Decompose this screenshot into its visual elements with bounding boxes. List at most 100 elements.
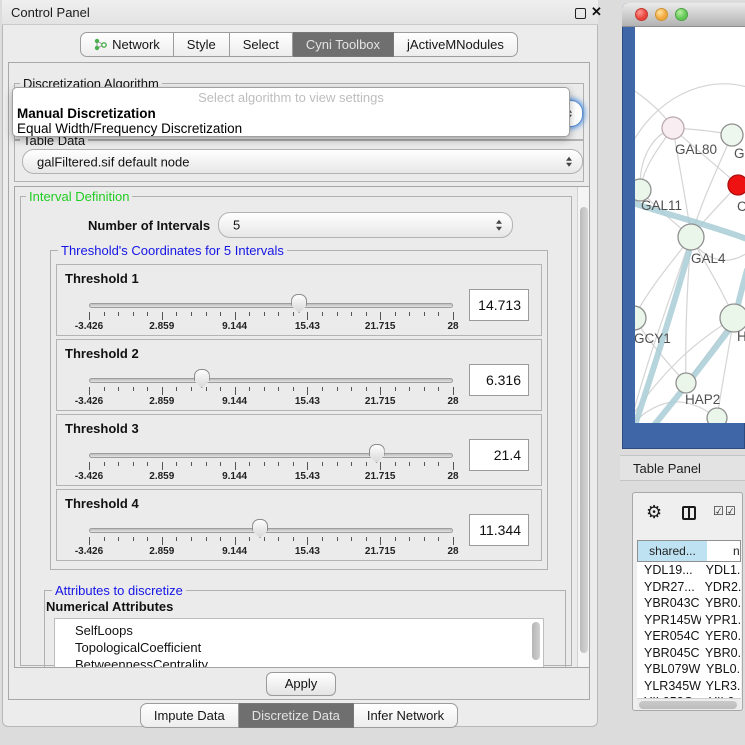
scrollbar-thumb[interactable] (639, 701, 737, 709)
table-rows[interactable]: YDL19...YDL1...YDR27...YDR2...YBR043CYBR… (637, 562, 741, 699)
tick-mark (220, 462, 221, 466)
tick-mark (278, 312, 279, 316)
column-header-name[interactable]: n... (707, 540, 741, 562)
zoom-traffic-light-icon[interactable] (675, 8, 688, 21)
cell-shared-name: YBR043C (637, 595, 701, 612)
float-window-icon[interactable] (575, 8, 586, 19)
network-node-HAP2[interactable] (676, 373, 696, 393)
slider-track[interactable] (89, 528, 453, 533)
slider-track[interactable] (89, 303, 453, 308)
tab-cyni-toolbox[interactable]: Cyni Toolbox (293, 32, 394, 57)
tick-mark (176, 387, 177, 391)
cell-name: YBR0... (701, 595, 741, 612)
threshold-value-field[interactable]: 11.344 (469, 514, 529, 546)
threshold-label: Threshold 2 (65, 346, 139, 361)
dropdown-option-equal-width[interactable]: Equal Width/Frequency Discretization (17, 121, 242, 136)
column-header-shared[interactable]: shared... (637, 540, 708, 562)
table-row[interactable]: YPR145WYPR1... (637, 612, 741, 629)
threshold-label: Threshold 1 (65, 271, 139, 286)
tick-mark (278, 462, 279, 466)
tick-mark (453, 387, 454, 395)
table-row[interactable]: YBR045CYBR0... (637, 645, 741, 662)
threshold-value-field[interactable]: 6.316 (469, 364, 529, 396)
tick-label: 15.43 (277, 321, 337, 332)
tick-mark (206, 462, 207, 466)
dropdown-option-manual[interactable]: Manual Discretization (17, 106, 156, 121)
network-node-GAL4[interactable] (678, 224, 704, 250)
tick-mark (104, 537, 105, 541)
tick-mark (176, 312, 177, 316)
columns-icon[interactable] (682, 506, 696, 520)
tick-mark (162, 462, 163, 470)
apply-button[interactable]: Apply (266, 672, 336, 696)
tick-mark (206, 387, 207, 391)
tick-mark (438, 462, 439, 466)
network-node-partial[interactable] (707, 408, 727, 423)
tick-mark (395, 462, 396, 466)
network-node-H[interactable] (720, 304, 745, 332)
slider-thumb[interactable] (291, 294, 307, 313)
tick-mark (380, 462, 381, 470)
tab-select[interactable]: Select (230, 32, 293, 57)
table-row[interactable]: YDL19...YDL1... (637, 562, 741, 579)
control-panel-titlebar: Control Panel ✕ (2, 0, 598, 25)
table-row[interactable]: YLR345WYLR3... (637, 678, 741, 695)
tick-mark (191, 387, 192, 391)
slider-thumb[interactable] (194, 369, 210, 388)
checkbox-icon[interactable]: ☑ (725, 504, 736, 518)
scrollbar-thumb[interactable] (580, 207, 588, 653)
attribute-list-item[interactable]: TopologicalCoefficient (55, 639, 543, 656)
tick-mark (191, 312, 192, 316)
network-node-G[interactable] (721, 124, 743, 146)
tick-mark (438, 312, 439, 316)
tick-label: -3.426 (59, 546, 119, 557)
tick-mark (162, 537, 163, 545)
tab-label: Cyni Toolbox (306, 33, 380, 56)
tick-mark (351, 312, 352, 316)
table-row[interactable]: YDR27...YDR2... (637, 579, 741, 596)
tick-label: 28 (423, 321, 483, 332)
tick-mark (162, 387, 163, 395)
table-row[interactable]: YBR043CYBR0... (637, 595, 741, 612)
list-scrollbar-thumb[interactable] (532, 622, 540, 660)
tick-mark (191, 537, 192, 541)
threshold-label: Threshold 3 (65, 421, 139, 436)
network-node-C[interactable] (728, 175, 745, 195)
table-row[interactable]: YER054CYER0... (637, 628, 741, 645)
threshold-value-field[interactable]: 21.4 (469, 439, 529, 471)
network-node-GAL80[interactable] (662, 117, 684, 139)
tick-label: 21.715 (350, 546, 410, 557)
tab-infer-network[interactable]: Infer Network (354, 703, 458, 728)
threshold-value-field[interactable]: 14.713 (469, 289, 529, 321)
tab-jactivemnodules[interactable]: jActiveMNodules (394, 32, 518, 57)
close-icon[interactable]: ✕ (591, 4, 602, 20)
network-node-GCY1[interactable] (635, 306, 646, 330)
node-label: HAP2 (685, 392, 720, 407)
settings-scrollbar[interactable] (577, 187, 589, 667)
tab-discretize-data[interactable]: Discretize Data (239, 703, 354, 728)
table-row[interactable]: YBL079WYBL0... (637, 661, 741, 678)
horizontal-scrollbar[interactable] (637, 698, 741, 710)
checkbox-icon[interactable]: ☑ (713, 504, 724, 518)
minimize-traffic-light-icon[interactable] (655, 8, 668, 21)
slider-track[interactable] (89, 378, 453, 383)
slider-track[interactable] (89, 453, 453, 458)
table-data-combobox[interactable]: galFiltered.sif default node (22, 149, 583, 174)
tick-label: 28 (423, 546, 483, 557)
tab-network[interactable]: Network (80, 32, 174, 57)
tab-impute-data[interactable]: Impute Data (140, 703, 239, 728)
num-intervals-combobox[interactable]: 5 (218, 212, 513, 238)
attribute-list-item[interactable]: SelfLoops (55, 622, 543, 639)
tick-mark (307, 462, 308, 470)
gear-icon[interactable]: ⚙ (646, 502, 662, 523)
node-label: GCY1 (635, 331, 671, 346)
attribute-list-item[interactable]: BetweennessCentrality (55, 656, 543, 667)
numerical-attributes-list[interactable]: SelfLoopsTopologicalCoefficientBetweenne… (54, 618, 544, 667)
network-canvas[interactable]: GAL80GCGAL11GAL4GCY1HHAP2 (635, 27, 745, 423)
tick-mark (307, 387, 308, 395)
tick-mark (351, 387, 352, 391)
slider-thumb[interactable] (252, 519, 268, 538)
tab-style[interactable]: Style (174, 32, 230, 57)
slider-thumb[interactable] (369, 444, 385, 463)
close-traffic-light-icon[interactable] (635, 8, 648, 21)
